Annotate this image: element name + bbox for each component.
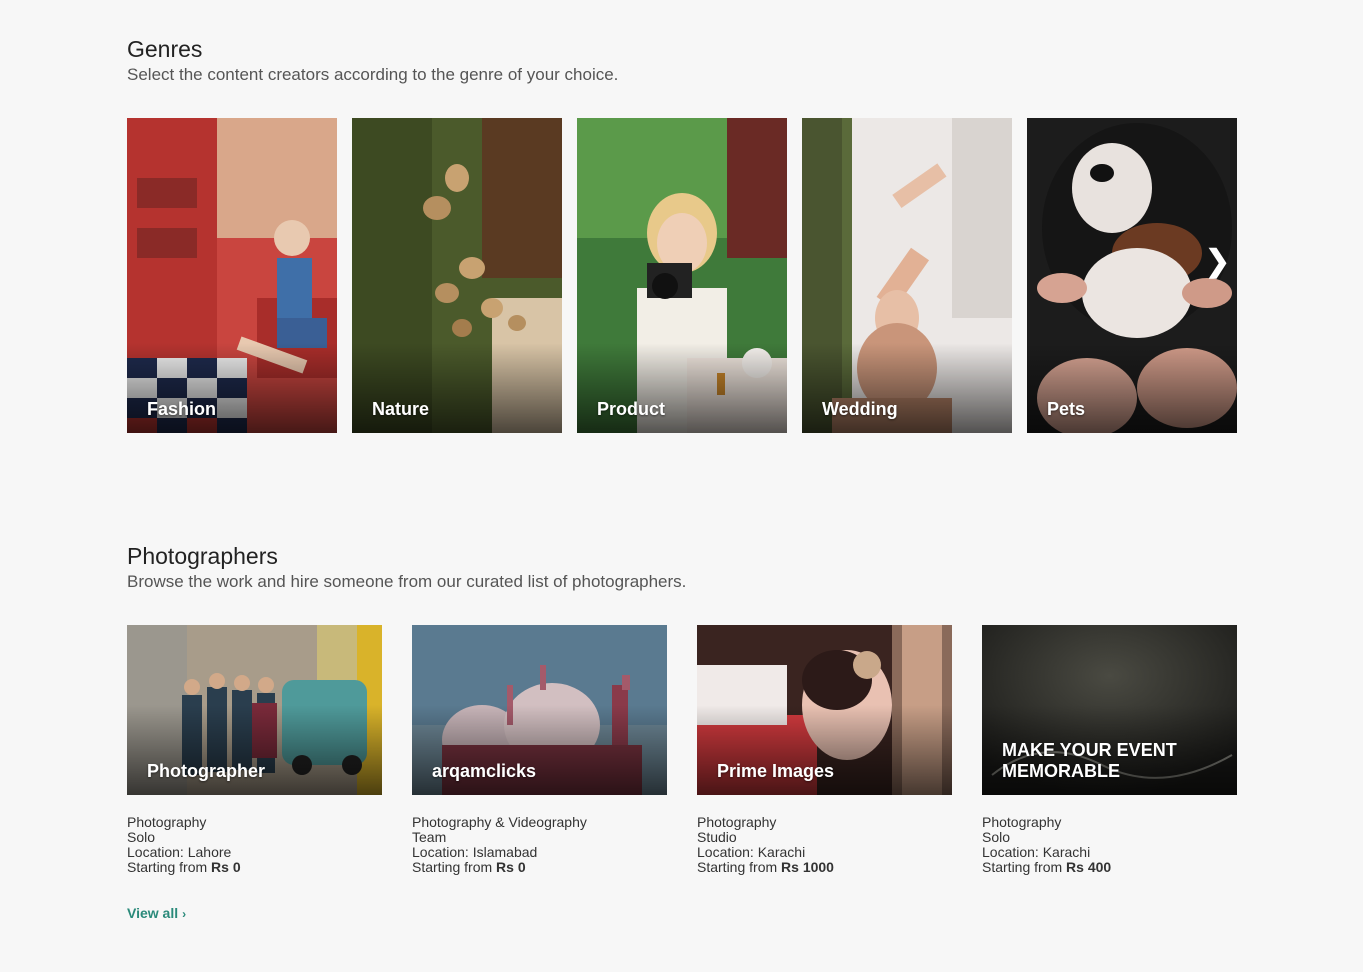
photographer-location: Location: Islamabad — [412, 844, 538, 860]
genre-card-product[interactable]: Product — [577, 118, 787, 433]
view-all-label: View all — [127, 905, 179, 921]
photographer-category: Photography & Videography — [412, 814, 587, 830]
photographer-type: Team — [412, 829, 447, 845]
photographer-price-line: Starting from Rs 0 — [127, 859, 241, 875]
genre-label: Pets — [1047, 399, 1086, 419]
photographer-name: MAKE YOUR EVENT MEMORABLE — [1002, 740, 1177, 781]
photographer-category: Photography — [697, 814, 777, 830]
photographer-price-line: Starting from Rs 1000 — [697, 859, 834, 875]
photographer-location: Location: Karachi — [697, 844, 806, 860]
photographer-card[interactable]: Photographer Photography Solo Location: … — [127, 625, 382, 875]
chevron-right-icon: › — [182, 907, 187, 921]
photographer-name: Prime Images — [717, 761, 835, 781]
photographer-category: Photography — [982, 814, 1062, 830]
genre-label: Wedding — [822, 399, 898, 419]
photographer-price-line: Starting from Rs 0 — [412, 859, 526, 875]
chevron-right-icon: ❯ — [1205, 245, 1231, 278]
photographer-cover[interactable]: MAKE YOUR EVENT MEMORABLE — [982, 625, 1237, 795]
genre-label: Fashion — [147, 399, 217, 419]
genre-card-wedding[interactable]: Wedding — [802, 118, 1012, 433]
photographer-price: Rs 1000 — [781, 859, 834, 875]
genre-label: Nature — [372, 399, 430, 419]
view-all-link[interactable]: View all › — [127, 905, 186, 921]
photographer-card[interactable]: Prime Images Photography Studio Location… — [697, 625, 952, 875]
photographer-price: Rs 400 — [1066, 859, 1112, 875]
genre-card-fashion[interactable]: Fashion — [127, 118, 337, 433]
genre-card-nature[interactable]: Nature — [352, 118, 562, 433]
photographer-name: arqamclicks — [432, 761, 537, 781]
photographer-type: Studio — [697, 829, 737, 845]
photographer-cover[interactable]: arqamclicks — [412, 625, 667, 795]
photographer-location: Location: Lahore — [127, 844, 232, 860]
photographer-category: Photography — [127, 814, 207, 830]
genre-label: Product — [597, 399, 666, 419]
photographers-subtitle: Browse the work and hire someone from ou… — [127, 572, 687, 591]
photographer-type: Solo — [982, 829, 1011, 845]
genres-subtitle: Select the content creators according to… — [127, 65, 619, 84]
photographer-cover[interactable]: Prime Images — [697, 625, 952, 795]
photographer-cover[interactable]: Photographer — [127, 625, 382, 795]
photographer-price: Rs 0 — [211, 859, 241, 875]
genres-title: Genres — [127, 36, 203, 62]
photographer-price: Rs 0 — [496, 859, 526, 875]
photographer-price-line: Starting from Rs 400 — [982, 859, 1112, 875]
photographer-card[interactable]: arqamclicks Photography & Videography Te… — [412, 625, 667, 875]
photographers-title: Photographers — [127, 543, 278, 569]
photographer-card[interactable]: MAKE YOUR EVENT MEMORABLE Photography So… — [982, 625, 1237, 875]
photographer-type: Solo — [127, 829, 156, 845]
photographer-name: Photographer — [147, 761, 266, 781]
photographer-location: Location: Karachi — [982, 844, 1091, 860]
carousel-next-button[interactable]: ❯ — [1205, 245, 1231, 278]
